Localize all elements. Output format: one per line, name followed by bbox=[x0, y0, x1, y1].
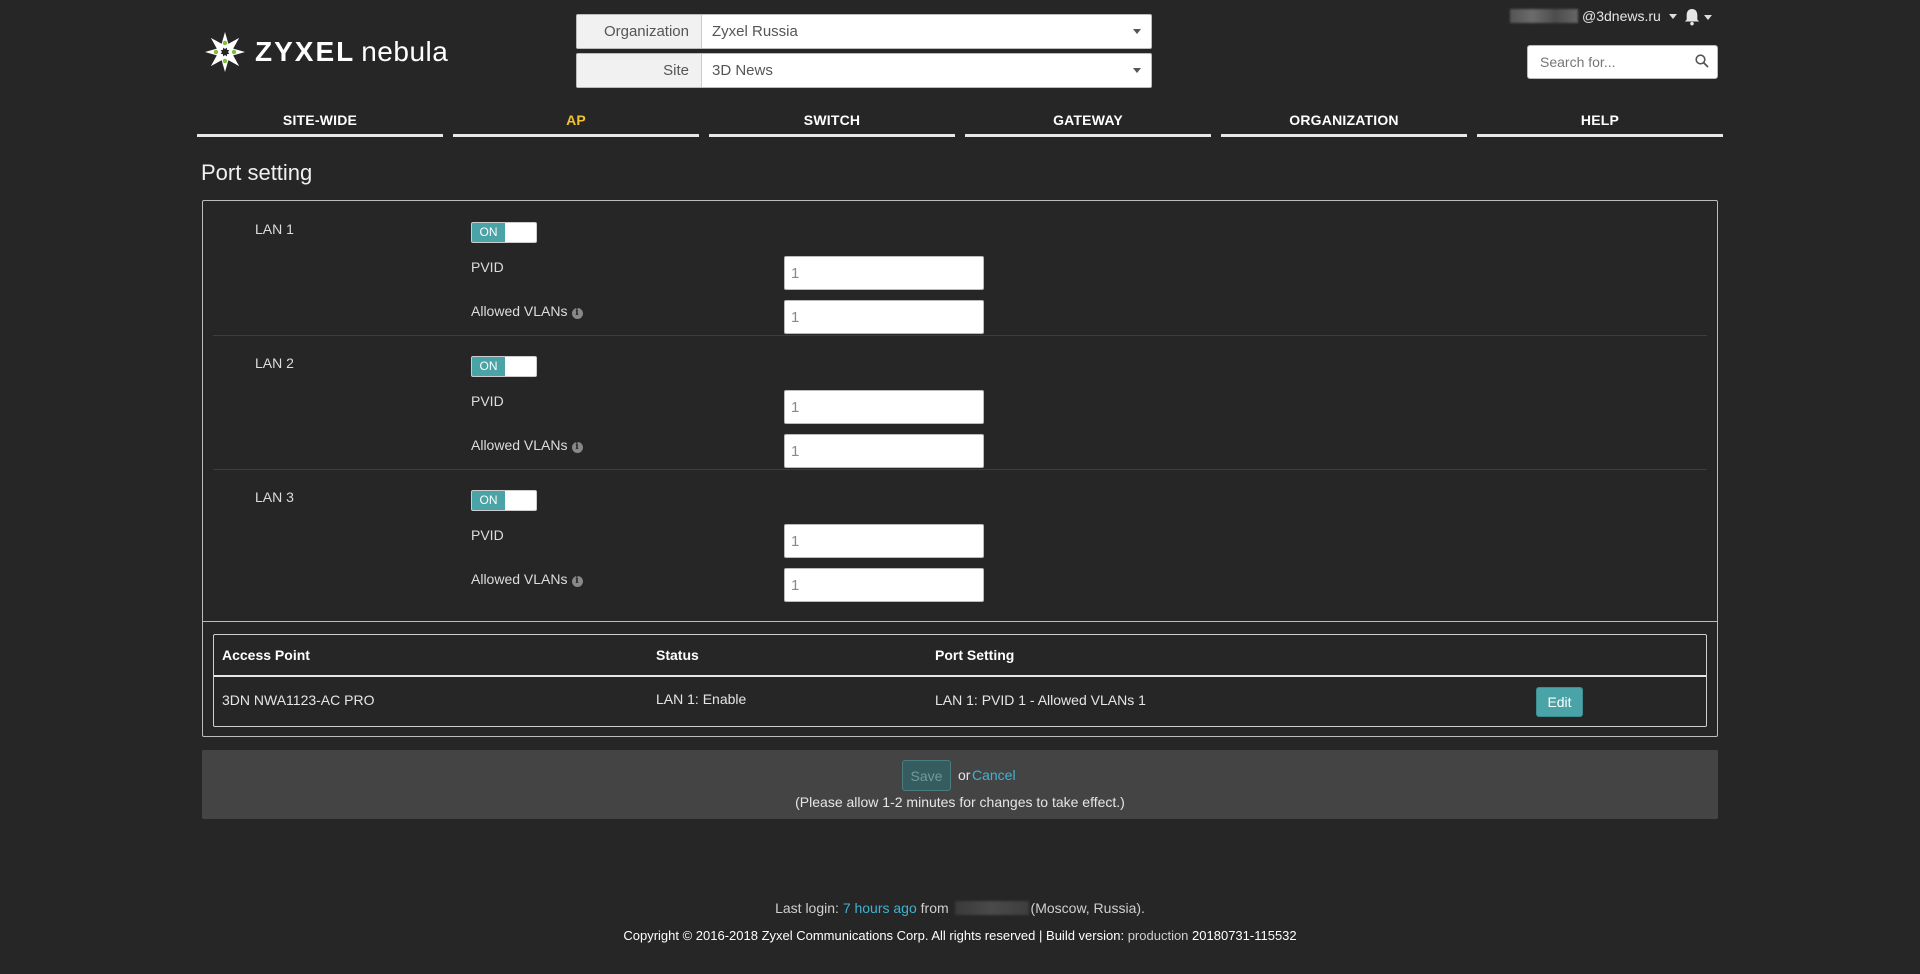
cell-status: LAN 1: Enable bbox=[656, 691, 747, 707]
info-icon[interactable]: i bbox=[571, 442, 583, 453]
info-icon[interactable]: i bbox=[571, 576, 583, 587]
logo-brand: ZYXEL bbox=[255, 36, 356, 67]
site-value-text: 3D News bbox=[712, 62, 773, 79]
column-header-status[interactable]: Status bbox=[656, 635, 699, 675]
allowed-vlans-text: Allowed VLANs bbox=[471, 571, 568, 587]
port-row-lan1: LAN 1 ON PVID Allowed VLANsi bbox=[213, 201, 1707, 336]
cancel-link[interactable]: Cancel bbox=[972, 767, 1016, 783]
page-title: Port setting bbox=[201, 160, 313, 185]
save-bar: Save or Cancel (Please allow 1-2 minutes… bbox=[202, 750, 1718, 819]
redacted-ip bbox=[954, 901, 1029, 915]
pvid-label: PVID bbox=[471, 259, 504, 275]
allowed-vlans-input[interactable] bbox=[784, 434, 984, 468]
info-icon[interactable]: i bbox=[571, 308, 583, 319]
user-menu[interactable]: @3dnews.ru bbox=[1510, 8, 1677, 24]
last-login-prefix: Last login: bbox=[775, 900, 839, 916]
caret-down-icon bbox=[1133, 29, 1141, 34]
allowed-vlans-label: Allowed VLANs i bbox=[471, 437, 583, 453]
port-row-lan2: LAN 2 ON PVID Allowed VLANsi bbox=[213, 335, 1707, 470]
cell-access-point: 3DN NWA1123-AC PRO bbox=[222, 692, 375, 708]
nav-switch[interactable]: SWITCH bbox=[709, 104, 955, 137]
last-login-location: (Moscow, Russia). bbox=[1030, 900, 1145, 916]
copyright-bar: Copyright © 2016-2018 Zyxel Communicatio… bbox=[0, 928, 1920, 943]
port-setting-panel: LAN 1 ON PVID Allowed VLANsi LAN 2 ON PV… bbox=[202, 200, 1718, 737]
allowed-vlans-label: Allowed VLANs i bbox=[471, 571, 583, 587]
allowed-vlans-label: Allowed VLANs i bbox=[471, 303, 583, 319]
toggle-on-label: ON bbox=[472, 223, 505, 242]
column-header-port-setting[interactable]: Port Setting bbox=[935, 635, 1014, 675]
caret-down-icon bbox=[1668, 13, 1677, 19]
port-toggle[interactable]: ON bbox=[471, 356, 537, 377]
build-env: production bbox=[1127, 928, 1189, 943]
pvid-label: PVID bbox=[471, 393, 504, 409]
allowed-vlans-text: Allowed VLANs bbox=[471, 303, 568, 319]
port-toggle[interactable]: ON bbox=[471, 222, 537, 243]
toggle-on-label: ON bbox=[472, 357, 505, 376]
user-email-suffix: @3dnews.ru bbox=[1582, 8, 1661, 24]
panel-divider bbox=[203, 621, 1717, 622]
caret-down-icon bbox=[1133, 68, 1141, 73]
allowed-vlans-input[interactable] bbox=[784, 300, 984, 334]
organization-label: Organization bbox=[577, 15, 702, 48]
search-box[interactable] bbox=[1527, 45, 1718, 79]
last-login-info: Last login: 7 hours ago from (Moscow, Ru… bbox=[0, 900, 1920, 916]
search-input[interactable] bbox=[1528, 46, 1690, 78]
pvid-input[interactable] bbox=[784, 256, 984, 290]
save-button[interactable]: Save bbox=[902, 760, 951, 791]
caret-down-icon bbox=[1704, 14, 1712, 20]
nav-organization[interactable]: ORGANIZATION bbox=[1221, 104, 1467, 137]
edit-button[interactable]: Edit bbox=[1536, 687, 1583, 717]
from-text: from bbox=[920, 900, 949, 916]
bell-icon bbox=[1684, 9, 1700, 26]
nebula-logo-icon bbox=[205, 32, 245, 72]
zyxel-nebula-logo[interactable]: ZYXEL nebula bbox=[203, 30, 448, 74]
cell-port-setting: LAN 1: PVID 1 - Allowed VLANs 1 bbox=[935, 692, 1146, 708]
notifications-menu[interactable] bbox=[1684, 6, 1712, 28]
save-note: (Please allow 1-2 minutes for changes to… bbox=[795, 794, 1125, 810]
site-label: Site bbox=[577, 54, 702, 87]
pvid-input[interactable] bbox=[784, 390, 984, 424]
column-header-access-point[interactable]: Access Point bbox=[222, 635, 310, 675]
allowed-vlans-text: Allowed VLANs bbox=[471, 437, 568, 453]
or-text: or bbox=[958, 767, 971, 783]
port-name: LAN 1 bbox=[255, 221, 294, 237]
main-nav: SITE-WIDE AP SWITCH GATEWAY ORGANIZATION… bbox=[0, 104, 1920, 138]
organization-select[interactable]: Organization Zyxel Russia bbox=[576, 14, 1152, 49]
organization-value-text: Zyxel Russia bbox=[712, 23, 798, 40]
port-toggle[interactable]: ON bbox=[471, 490, 537, 511]
pvid-label: PVID bbox=[471, 527, 504, 543]
copyright-text: Copyright © 2016-2018 Zyxel Communicatio… bbox=[623, 928, 1036, 943]
port-row-lan3: LAN 3 ON PVID Allowed VLANsi bbox=[213, 469, 1707, 603]
access-point-table: Access Point Status Port Setting 3DN NWA… bbox=[213, 634, 1707, 727]
build-label: Build version: bbox=[1046, 928, 1125, 943]
site-select[interactable]: Site 3D News bbox=[576, 53, 1152, 88]
nav-site-wide[interactable]: SITE-WIDE bbox=[197, 104, 443, 137]
nav-ap[interactable]: AP bbox=[453, 104, 699, 137]
redacted-username bbox=[1510, 9, 1578, 23]
allowed-vlans-input[interactable] bbox=[784, 568, 984, 602]
organization-value[interactable]: Zyxel Russia bbox=[702, 15, 1151, 48]
last-login-time-link[interactable]: 7 hours ago bbox=[843, 900, 917, 916]
nav-help[interactable]: HELP bbox=[1477, 104, 1723, 137]
footer-separator: | bbox=[1039, 928, 1043, 943]
build-id: 20180731-115532 bbox=[1192, 928, 1297, 943]
logo-text: ZYXEL nebula bbox=[255, 36, 448, 68]
pvid-input[interactable] bbox=[784, 524, 984, 558]
site-value[interactable]: 3D News bbox=[702, 54, 1151, 87]
port-name: LAN 2 bbox=[255, 355, 294, 371]
logo-product: nebula bbox=[361, 36, 449, 67]
port-name: LAN 3 bbox=[255, 489, 294, 505]
table-header-divider bbox=[214, 675, 1706, 677]
toggle-on-label: ON bbox=[472, 491, 505, 510]
search-icon[interactable] bbox=[1695, 54, 1709, 68]
nav-gateway[interactable]: GATEWAY bbox=[965, 104, 1211, 137]
